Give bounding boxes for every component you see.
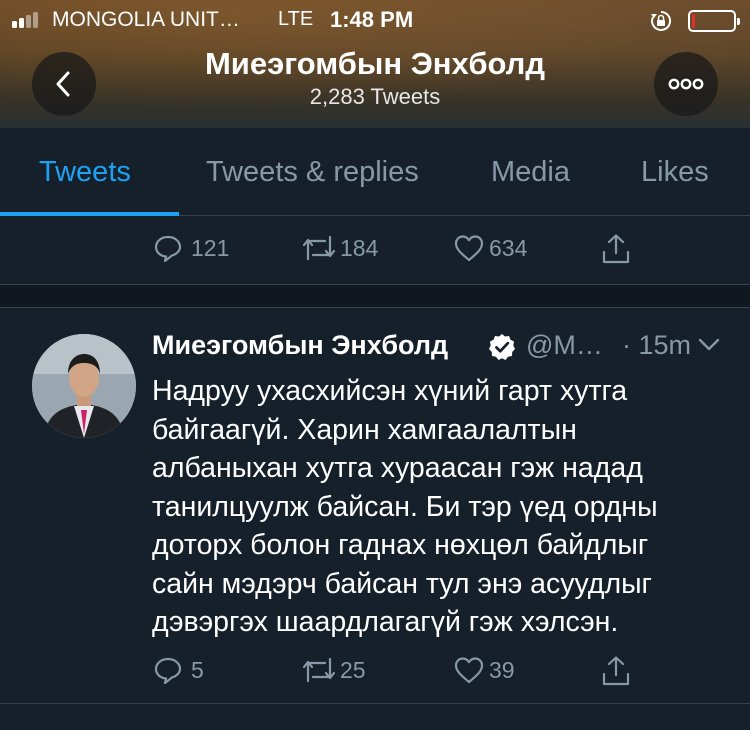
- tweet-separator: [0, 284, 750, 308]
- signal-bars-icon: [12, 12, 48, 28]
- profile-photo: [32, 334, 136, 438]
- tweet-text-line: доторх болон гаднах нөхцөл байдлыг: [152, 529, 649, 561]
- like-count: 634: [489, 235, 528, 261]
- status-bar: MONGOLIA UNIT… LTE 1:48 PM: [0, 0, 750, 40]
- retweet-count: 25: [340, 657, 366, 683]
- more-dots-icon: [668, 78, 704, 90]
- retweet-button[interactable]: 25: [301, 651, 376, 691]
- previous-tweet-actions: 121 184 634: [0, 229, 750, 279]
- tab-tweets-and-replies[interactable]: Tweets & replies: [206, 156, 419, 189]
- reply-count: 5: [191, 657, 204, 683]
- battery-icon: [688, 10, 740, 32]
- share-button[interactable]: [600, 651, 634, 691]
- tweet-text-line: байгаагүй. Харин хамгаалалтын: [152, 413, 577, 446]
- active-tab-indicator: [0, 212, 179, 216]
- profile-header: MONGOLIA UNIT… LTE 1:48 PM Миеэгомбын Эн…: [0, 0, 750, 128]
- share-icon: [602, 656, 630, 686]
- tweet-text-line: албаныхан хутга хураасан гэж надад: [152, 452, 643, 484]
- tweet-text: Надруу ухасхийсэн хүний гарт хутга байга…: [152, 372, 712, 642]
- share-button[interactable]: [600, 229, 634, 269]
- share-icon: [602, 234, 630, 264]
- like-count: 39: [489, 657, 515, 683]
- retweet-count: 184: [340, 235, 379, 261]
- heart-icon: [454, 657, 484, 684]
- reply-icon: [154, 657, 182, 685]
- network-type: LTE: [278, 8, 314, 30]
- tweet-actions: 5 25 39: [0, 651, 750, 701]
- carrier-name: MONGOLIA UNIT…: [52, 8, 240, 31]
- tab-tweets[interactable]: Tweets: [39, 156, 131, 189]
- tweet-text-line: Надруу ухасхийсэн хүний гарт хутга: [152, 375, 628, 407]
- chevron-down-icon[interactable]: [698, 338, 720, 352]
- back-button[interactable]: [32, 52, 96, 116]
- bottom-divider: [0, 703, 750, 704]
- back-chevron-icon: [56, 71, 70, 97]
- status-time: 1:48 PM: [330, 7, 414, 32]
- reply-icon: [154, 235, 182, 263]
- heart-icon: [454, 235, 484, 262]
- author-handle[interactable]: @M…: [526, 330, 603, 361]
- battery-level: [692, 14, 695, 28]
- retweet-icon: [302, 235, 336, 261]
- reply-button[interactable]: 121: [153, 229, 233, 269]
- tweet-count: 2,283 Tweets: [309, 84, 441, 109]
- tab-likes[interactable]: Likes: [641, 156, 709, 189]
- tweet-text-line: дэвэргэх шаардлагагүй гэж хэлсэн.: [152, 606, 619, 638]
- tweet-text-line: танилцуулж байсан. Би тэр үед ордны: [152, 490, 658, 523]
- author-name[interactable]: Миеэгомбын Энхболд: [152, 330, 448, 361]
- tweet-timestamp[interactable]: · 15m: [622, 330, 691, 361]
- retweet-icon: [302, 657, 336, 683]
- tab-media[interactable]: Media: [491, 156, 570, 189]
- profile-name: Миеэгомбын Энхболд: [204, 46, 546, 81]
- retweet-button[interactable]: 184: [301, 229, 386, 269]
- profile-tabs: Tweets Tweets & replies Media Likes: [0, 128, 750, 216]
- rotation-lock-icon: [651, 10, 672, 31]
- like-button[interactable]: 39: [453, 651, 528, 691]
- like-button[interactable]: 634: [453, 229, 538, 269]
- tweet-text-line: сайн мэдэрч байсан тул энэ асуудлыг: [152, 567, 652, 600]
- reply-button[interactable]: 5: [153, 651, 213, 691]
- avatar[interactable]: [32, 334, 136, 438]
- verified-badge-icon: [489, 334, 515, 360]
- reply-count: 121: [191, 235, 230, 261]
- more-options-button[interactable]: [654, 52, 718, 116]
